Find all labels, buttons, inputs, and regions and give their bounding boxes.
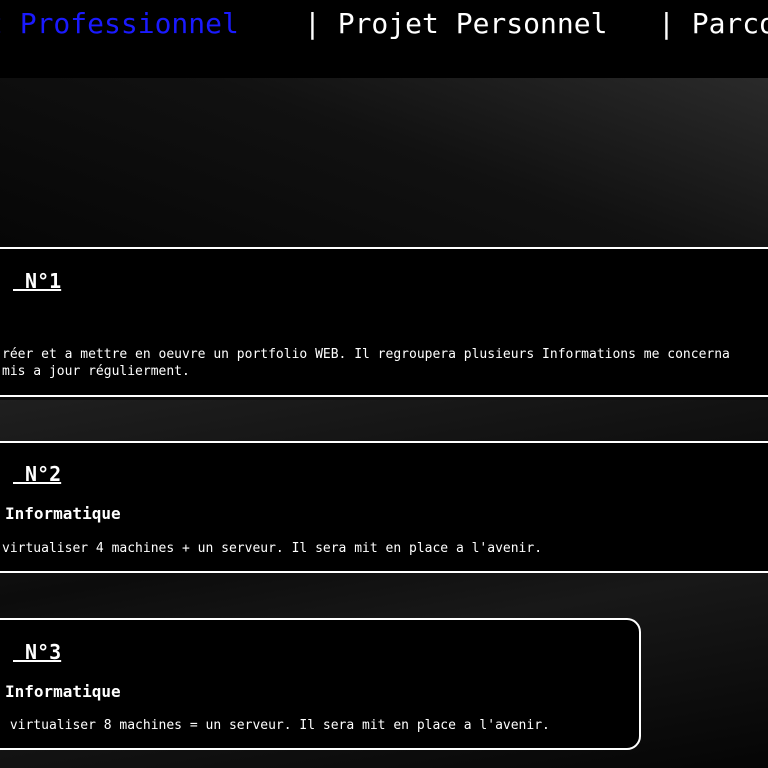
project-title: N°3 [13,640,62,664]
project-subtitle: Informatique [5,504,121,523]
project-title: N°2 [13,462,62,486]
page: t Professionnel | Projet Personnel | Par… [0,0,768,768]
project-description: virtualiser 4 machines + un serveur. Il … [2,541,543,556]
project-description: virtualiser 8 machines = un serveur. Il … [2,718,550,733]
project-card: N°2 Informatique virtualiser 4 machines … [0,441,768,573]
nav-item-parcours[interactable]: | Parco [658,6,768,42]
project-description: réer et a mettre en oeuvre un portfolio … [2,347,730,379]
project-title: N°1 [13,269,62,293]
top-navigation: t Professionnel | Projet Personnel | Par… [0,0,768,78]
nav-item-projet-professionnel[interactable]: t Professionnel [0,6,239,42]
project-card: N°1 réer et a mettre en oeuvre un portfo… [0,247,768,397]
background-graphic [0,78,768,248]
project-subtitle: Informatique [5,682,121,701]
project-card: N°3 Informatique virtualiser 8 machines … [0,618,641,750]
nav-item-projet-personnel[interactable]: | Projet Personnel [304,6,607,42]
